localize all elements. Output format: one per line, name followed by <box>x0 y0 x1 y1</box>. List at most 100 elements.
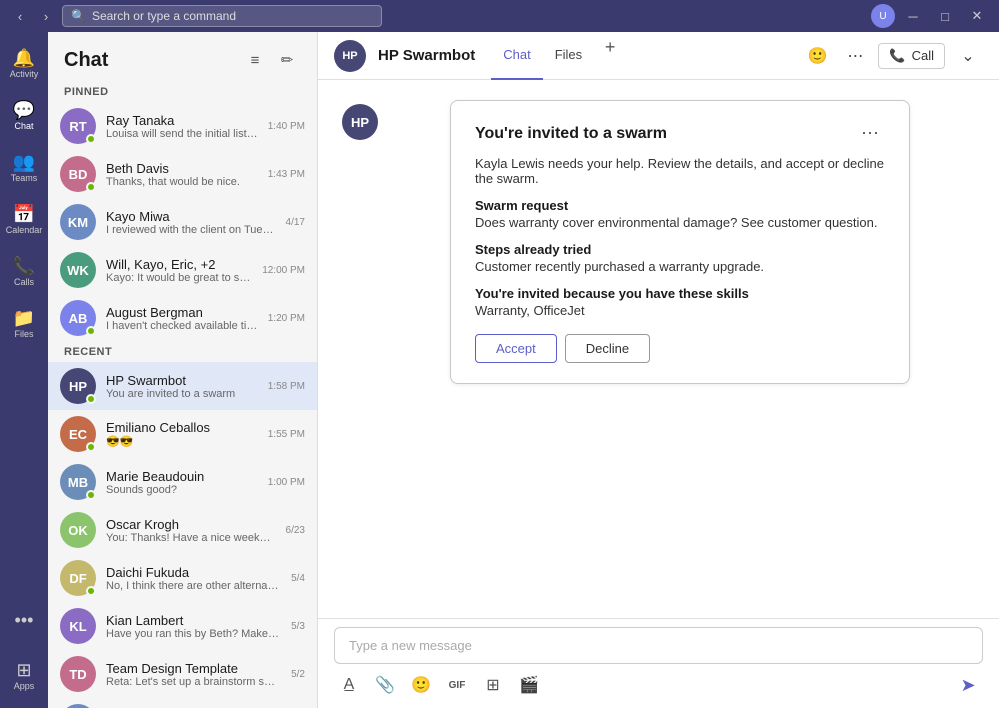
chat-info-kayo: Kayo Miwa I reviewed with the client on … <box>106 209 276 236</box>
chat-item-beth[interactable]: BD Beth Davis Thanks, that would be nice… <box>48 150 317 198</box>
files-icon: 📁 <box>13 309 35 327</box>
attach-button[interactable]: 📎 <box>370 670 400 700</box>
header-more-button[interactable]: ⋯ <box>840 41 870 71</box>
message-input-box[interactable]: Type a new message <box>334 627 983 664</box>
swarm-section-skills-body: Warranty, OfficeJet <box>475 303 885 318</box>
schedule-button[interactable]: 🎬 <box>514 670 544 700</box>
bot-avatar: HP <box>342 104 378 140</box>
chat-item-hp[interactable]: HP HP Swarmbot You are invited to a swar… <box>48 362 317 410</box>
avatar-august: AB <box>60 300 96 336</box>
channel-header-right: 🙂 ⋯ 📞 Call ⌄ <box>802 41 983 71</box>
swarm-section-steps-title: Steps already tried <box>475 242 885 257</box>
chat-time-marie: 1:00 PM <box>268 477 305 488</box>
sidebar-item-teams[interactable]: 👥 Teams <box>4 144 44 192</box>
tab-files[interactable]: Files <box>543 32 594 80</box>
header-emoji-button[interactable]: 🙂 <box>802 41 832 71</box>
chat-name-will: Will, Kayo, Eric, +2 <box>106 257 252 272</box>
chat-name-kayo: Kayo Miwa <box>106 209 276 224</box>
chat-preview-marie: Sounds good? <box>106 484 258 496</box>
chat-meta-emiliano: 1:55 PM <box>268 429 305 440</box>
chat-meta-team: 5/2 <box>291 669 305 680</box>
chat-item-emiliano[interactable]: EC Emiliano Ceballos 😎😎 1:55 PM <box>48 410 317 458</box>
minimize-button[interactable]: ─ <box>899 2 927 30</box>
sidebar-item-apps-label: Apps <box>14 681 35 691</box>
chat-info-oscar: Oscar Krogh You: Thanks! Have a nice wee… <box>106 517 276 544</box>
decline-button[interactable]: Decline <box>565 334 650 363</box>
tab-add-button[interactable]: + <box>594 32 626 64</box>
chat-item-marie[interactable]: MB Marie Beaudouin Sounds good? 1:00 PM <box>48 458 317 506</box>
chat-preview-team: Reta: Let's set up a brainstorm session … <box>106 676 281 688</box>
app-body: 🔔 Activity 💬 Chat 👥 Teams 📅 Calendar 📞 C… <box>0 32 999 708</box>
chat-info-daichi: Daichi Fukuda No, I think there are othe… <box>106 565 281 592</box>
sidebar-item-calendar-label: Calendar <box>6 225 43 235</box>
messages-area: HP You're invited to a swarm ⋯ Kayla Lew… <box>318 80 999 618</box>
titlebar-search[interactable]: 🔍 Search or type a command <box>62 5 382 27</box>
chat-list-panel: Chat ≡ ✏ Pinned RT Ray Tanaka Louisa wil… <box>48 32 318 708</box>
titlebar: ‹ › 🔍 Search or type a command U ─ □ ✕ <box>0 0 999 32</box>
chat-item-will[interactable]: WK Will, Kayo, Eric, +2 Kayo: It would b… <box>48 246 317 294</box>
recent-section-label: Recent <box>48 342 317 362</box>
swarm-section-skills-title: You're invited because you have these sk… <box>475 286 885 301</box>
swarm-message-row: HP You're invited to a swarm ⋯ Kayla Lew… <box>342 100 975 384</box>
chat-item-kian[interactable]: KL Kian Lambert Have you ran this by Bet… <box>48 602 317 650</box>
filter-button[interactable]: ≡ <box>241 46 269 74</box>
chat-name-oscar: Oscar Krogh <box>106 517 276 532</box>
chat-name-marie: Marie Beaudouin <box>106 469 258 484</box>
format-button[interactable]: A̲ <box>334 670 364 700</box>
avatar-kian: KL <box>60 608 96 644</box>
teams-icon: 👥 <box>13 153 35 171</box>
sidebar-item-chat[interactable]: 💬 Chat <box>4 92 44 140</box>
chat-panel-title: Chat <box>64 49 108 72</box>
close-button[interactable]: ✕ <box>963 2 991 30</box>
sidebar-item-more[interactable]: ••• <box>4 596 44 644</box>
search-placeholder: Search or type a command <box>92 9 236 23</box>
chat-info-will: Will, Kayo, Eric, +2 Kayo: It would be g… <box>106 257 252 284</box>
header-expand-button[interactable]: ⌄ <box>953 41 983 71</box>
accept-button[interactable]: Accept <box>475 334 557 363</box>
back-button[interactable]: ‹ <box>8 4 32 28</box>
chat-item-reviewers[interactable]: RV Reviewers Darren: Thats fine with me … <box>48 698 317 708</box>
chat-item-oscar[interactable]: OK Oscar Krogh You: Thanks! Have a nice … <box>48 506 317 554</box>
compose-button[interactable]: ✏ <box>273 46 301 74</box>
sidebar-item-calendar[interactable]: 📅 Calendar <box>4 196 44 244</box>
call-icon: 📞 <box>889 48 905 64</box>
swarm-card-title: You're invited to a swarm <box>475 125 667 143</box>
forward-button[interactable]: › <box>34 4 58 28</box>
call-button[interactable]: 📞 Call <box>878 43 945 69</box>
titlebar-right: U ─ □ ✕ <box>871 2 991 30</box>
chat-preview-oscar: You: Thanks! Have a nice weekend <box>106 532 276 544</box>
user-avatar[interactable]: U <box>871 4 895 28</box>
chat-name-emiliano: Emiliano Ceballos <box>106 420 258 435</box>
chat-meta-beth: 1:43 PM <box>268 169 305 180</box>
chat-item-daichi[interactable]: DF Daichi Fukuda No, I think there are o… <box>48 554 317 602</box>
sidebar-item-teams-label: Teams <box>11 173 38 183</box>
chat-preview-ray: Louisa will send the initial list of att… <box>106 128 258 140</box>
avatar-team: TD <box>60 656 96 692</box>
swarm-card: You're invited to a swarm ⋯ Kayla Lewis … <box>450 100 910 384</box>
sidebar-item-files-label: Files <box>14 329 33 339</box>
chat-meta-august: 1:20 PM <box>268 313 305 324</box>
chat-item-ray[interactable]: RT Ray Tanaka Louisa will send the initi… <box>48 102 317 150</box>
emoji-button[interactable]: 🙂 <box>406 670 436 700</box>
call-label: Call <box>912 48 934 63</box>
chat-item-kayo[interactable]: KM Kayo Miwa I reviewed with the client … <box>48 198 317 246</box>
sidebar-item-files[interactable]: 📁 Files <box>4 300 44 348</box>
chat-item-team[interactable]: TD Team Design Template Reta: Let's set … <box>48 650 317 698</box>
swarm-card-menu-button[interactable]: ⋯ <box>855 121 885 146</box>
chat-meta-oscar: 6/23 <box>286 525 305 536</box>
send-button[interactable]: ➤ <box>953 670 983 700</box>
chat-list-actions: ≡ ✏ <box>241 46 301 74</box>
sidebar-item-calls[interactable]: 📞 Calls <box>4 248 44 296</box>
chat-time-kayo: 4/17 <box>286 217 305 228</box>
sidebar-item-apps[interactable]: ⊞ Apps <box>4 652 44 700</box>
maximize-button[interactable]: □ <box>931 2 959 30</box>
chat-time-hp: 1:58 PM <box>268 381 305 392</box>
chat-item-august[interactable]: AB August Bergman I haven't checked avai… <box>48 294 317 342</box>
avatar-oscar: OK <box>60 512 96 548</box>
sticker-button[interactable]: ⊞ <box>478 670 508 700</box>
tab-chat[interactable]: Chat <box>491 32 542 80</box>
apps-icon: ⊞ <box>16 661 31 679</box>
sidebar-item-activity[interactable]: 🔔 Activity <box>4 40 44 88</box>
chat-name-ray: Ray Tanaka <box>106 113 258 128</box>
gif-button[interactable]: GIF <box>442 670 472 700</box>
